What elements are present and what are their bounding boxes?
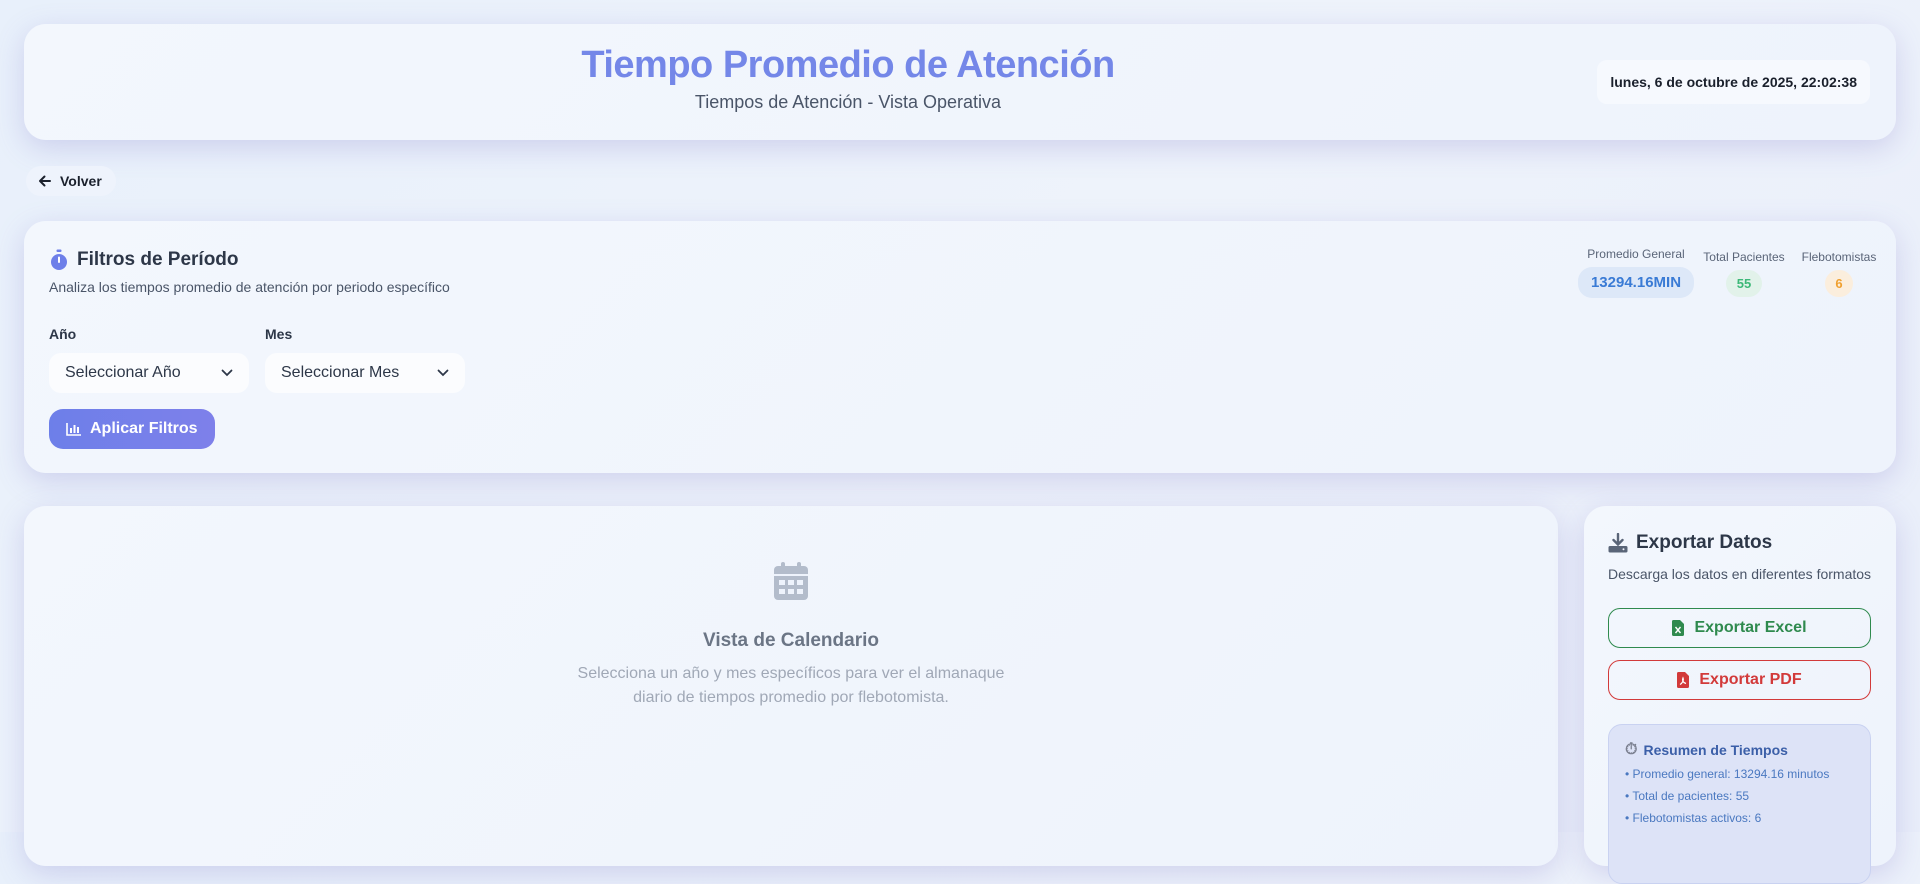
page-header: Tiempo Promedio de Atención Tiempos de A… — [24, 24, 1896, 140]
chevron-down-icon — [221, 369, 233, 377]
filters-title: Filtros de Período — [77, 249, 239, 270]
year-select-value: Seleccionar Año — [65, 364, 181, 381]
calendar-panel: Vista de Calendario Selecciona un año y … — [24, 506, 1558, 866]
export-panel: Exportar Datos Descarga los datos en dif… — [1584, 506, 1896, 884]
summary-item: • Promedio general: 13294.16 minutos — [1625, 767, 1830, 781]
stat-average: Promedio General 13294.16MIN — [1562, 247, 1710, 298]
filters-panel: Filtros de Período Analiza los tiempos p… — [24, 221, 1896, 473]
stat-patients-label: Total Pacientes — [1703, 250, 1785, 264]
calendar-title: Vista de Calendario — [703, 630, 879, 651]
current-datetime: lunes, 6 de octubre de 2025, 22:02:38 — [1597, 60, 1870, 104]
stat-phlebotomists-value: 6 — [1825, 270, 1853, 297]
export-excel-label: Exportar Excel — [1694, 619, 1807, 636]
back-label: Volver — [60, 173, 102, 189]
back-button[interactable]: Volver — [26, 166, 116, 196]
filters-description: Analiza los tiempos promedio de atención… — [49, 279, 450, 295]
summary-item: • Flebotomistas activos: 6 — [1625, 811, 1762, 825]
export-title: Exportar Datos — [1636, 532, 1773, 553]
apply-filters-button[interactable]: Aplicar Filtros — [49, 409, 215, 449]
summary-heading: ⏱ Resumen de Tiempos — [1625, 741, 1854, 759]
month-select[interactable]: Seleccionar Mes — [265, 353, 465, 393]
stat-patients-value: 55 — [1725, 270, 1763, 297]
calendar-icon — [774, 562, 808, 600]
export-heading: Exportar Datos — [1608, 532, 1772, 554]
stat-average-value: 13294.16MIN — [1577, 267, 1695, 298]
export-description: Descarga los datos en diferentes formato… — [1608, 566, 1872, 582]
chevron-down-icon — [437, 369, 449, 377]
stat-phlebotomists: Flebotomistas 6 — [1794, 250, 1884, 297]
month-label: Mes — [265, 326, 293, 342]
download-icon — [1608, 533, 1628, 553]
stat-patients: Total Pacientes 55 — [1696, 250, 1792, 297]
apply-filters-label: Aplicar Filtros — [90, 420, 198, 437]
pdf-file-icon — [1677, 672, 1690, 688]
page-subtitle: Tiempos de Atención - Vista Operativa — [694, 92, 1002, 112]
stat-phlebotomists-label: Flebotomistas — [1801, 250, 1877, 264]
filters-heading: Filtros de Período — [49, 249, 239, 271]
page-title: Tiempo Promedio de Atención — [581, 44, 1115, 86]
calendar-description: Selecciona un año y mes específicos para… — [577, 665, 1005, 706]
bar-chart-icon — [66, 423, 81, 436]
export-excel-button[interactable]: Exportar Excel — [1608, 608, 1871, 648]
stopwatch-icon: ⏱ — [1625, 741, 1638, 758]
year-select[interactable]: Seleccionar Año — [49, 353, 249, 393]
summary-title: Resumen de Tiempos — [1643, 742, 1788, 758]
arrow-left-icon — [39, 175, 51, 187]
export-pdf-button[interactable]: Exportar PDF — [1608, 660, 1871, 700]
stopwatch-icon — [51, 249, 67, 270]
stat-average-label: Promedio General — [1587, 247, 1685, 261]
month-select-value: Seleccionar Mes — [281, 364, 400, 381]
excel-file-icon — [1672, 620, 1685, 636]
year-label: Año — [49, 326, 77, 342]
summary-item: • Total de pacientes: 55 — [1625, 789, 1750, 803]
time-summary: ⏱ Resumen de Tiempos • Promedio general:… — [1608, 724, 1871, 884]
export-pdf-label: Exportar PDF — [1699, 671, 1802, 688]
